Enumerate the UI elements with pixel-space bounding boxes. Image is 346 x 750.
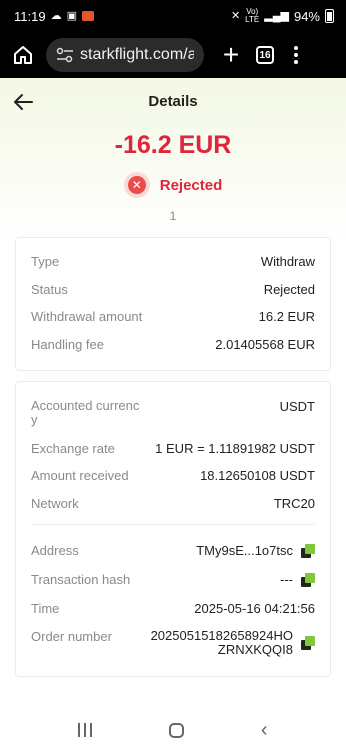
status-indicator: ✕ Rejected [0,172,346,198]
page-header: Details [0,78,346,126]
detail-row-network: Network TRC20 [31,496,315,511]
cloud-icon: ☁ [50,9,62,22]
new-tab-button[interactable]: + [214,38,248,72]
detail-row-type: Type Withdraw [31,254,315,269]
gallery-icon: ▣ [66,9,77,22]
status-label: Rejected [159,176,223,194]
detail-row-address: Address TMy9sE...1o7tsc [31,543,315,558]
tab-switcher-button[interactable]: 16 [256,46,274,64]
mute-icon: ✕ [230,9,241,22]
back-button[interactable]: ‹ [261,720,268,740]
browser-home-button[interactable] [8,40,38,70]
recents-button[interactable] [78,723,93,737]
divider [31,524,315,525]
settlement-info-card: Accounted currenc y USDT Exchange rate 1 E… [15,381,331,677]
url-text: starkflight.com/a [80,46,194,63]
detail-row-handling-fee: Handling fee 2.01405568 EUR [31,337,315,352]
browser-menu-button[interactable] [294,46,298,64]
transaction-info-card: Type Withdraw Status Rejected Withdrawal a… [15,237,331,371]
detail-row-transaction-hash: Transaction hash --- [31,572,315,587]
detail-row-exchange-rate: Exchange rate 1 EUR = 1.11891982 USDT [31,441,315,456]
clock: 11:19 [14,8,46,24]
copy-address-icon[interactable] [301,543,315,558]
signal-icon: ▂▄▆ [264,9,289,22]
detail-row-withdrawal-amount: Withdrawal amount 16.2 EUR [31,309,315,324]
app-notification-icon [81,11,94,21]
status-bar: 11:19 ☁ ▣ ✕ Vo) LTE ▂▄▆ 94% [0,0,346,32]
detail-row-time: Time 2025-05-16 04:21:56 [31,601,315,616]
detail-row-order-number: Order number 20250515182658924HOZRNXKQQI… [31,629,315,657]
site-settings-icon[interactable] [56,47,74,63]
browser-toolbar: starkflight.com/a + 16 [0,32,346,78]
copy-hash-icon[interactable] [301,572,315,587]
details-page: Details -16.2 EUR ✕ Rejected 1 Type Withd… [0,78,346,710]
home-icon [14,46,32,64]
record-count: 1 [169,209,177,223]
rejected-icon: ✕ [123,172,150,198]
transaction-amount: -16.2 EUR [114,131,232,159]
copy-order-icon[interactable] [301,636,315,650]
system-nav-bar: ‹ [0,710,346,750]
page-title: Details [148,93,198,110]
battery-percent: 94% [293,8,320,24]
home-button[interactable] [169,722,185,738]
detail-row-accounted-currency: Accounted currenc y USDT [31,398,315,427]
detail-row-status: Status Rejected [31,282,315,297]
address-bar[interactable]: starkflight.com/a [46,38,204,72]
battery-icon [325,9,334,23]
volte-indicator: Vo) LTE [245,7,260,24]
detail-row-amount-received: Amount received 18.12650108 USDT [31,468,315,483]
